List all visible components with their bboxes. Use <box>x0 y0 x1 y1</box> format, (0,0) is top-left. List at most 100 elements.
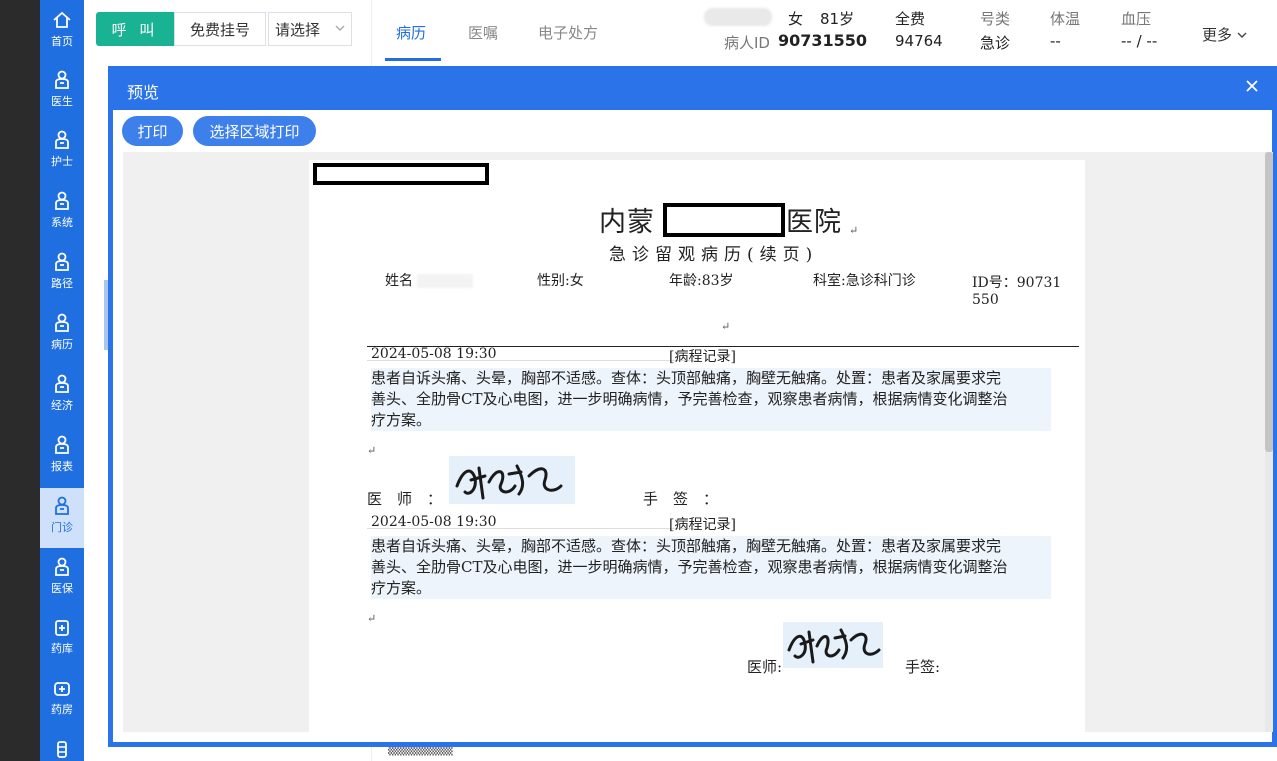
print-area-button[interactable]: 选择区域打印 <box>193 116 316 146</box>
record-line: 患者自诉头痛、头晕，胸部不适感。查体：头顶部触痛，胸壁无触痛。处置：患者及家属要… <box>371 536 1051 557</box>
nurse-icon <box>55 130 69 149</box>
temperature-label: 体温 <box>1050 10 1081 28</box>
active-tab-indicator <box>385 58 441 61</box>
sidebar-item-nurse[interactable]: 护士 <box>40 122 84 182</box>
patient-id-value: 90731550 <box>778 31 868 50</box>
fee-type: 全费 <box>895 10 926 28</box>
doctor-signature <box>449 456 575 504</box>
scrollbar-thumb[interactable] <box>1265 152 1273 452</box>
sidebar-nav: 首页医生护士系统路径病历经济报表门诊医保药库药房 <box>40 0 84 761</box>
sidebar-item-label: 路径 <box>51 277 73 290</box>
print-preview-area[interactable]: 内蒙 医院 ↵ 急诊留观病历(续页) 姓名 性别:女 年龄:83岁 科室:急诊科… <box>123 152 1273 732</box>
path-icon <box>55 252 69 271</box>
return-mark: ↵ <box>367 444 377 457</box>
patient-name-redacted <box>704 8 772 26</box>
sidebar-item-report[interactable]: 报表 <box>40 427 84 487</box>
sidebar-item-label: 医生 <box>51 95 73 108</box>
free-register-button[interactable]: 免费挂号 <box>174 12 266 46</box>
chevron-down-icon <box>1237 32 1247 38</box>
sidebar-item-path[interactable]: 路径 <box>40 244 84 304</box>
record-tag: [病程记录] <box>669 349 736 365</box>
tab-orders[interactable]: 医嘱 <box>468 22 498 43</box>
return-mark: ↵ <box>849 224 859 237</box>
record-line: 疗方案。 <box>371 410 1051 431</box>
sidebar-item-label: 报表 <box>51 460 73 473</box>
category-select[interactable]: 请选择 <box>268 12 352 46</box>
insurance-icon <box>55 557 69 576</box>
sidebar-item-pharmacy-store[interactable]: 药库 <box>40 609 84 669</box>
system-icon <box>55 191 69 210</box>
sidebar-item-bottle[interactable] <box>40 731 84 761</box>
sidebar-item-doctor[interactable]: 医生 <box>40 62 84 122</box>
patient-age: 81岁 <box>820 10 855 28</box>
outpatient-icon <box>55 496 69 515</box>
sidebar-item-outpatient[interactable]: 门诊 <box>40 488 84 548</box>
blood-pressure-label: 血压 <box>1121 10 1152 28</box>
record-body: 患者自诉头痛、头晕，胸部不适感。查体：头顶部触痛，胸壁无触痛。处置：患者及家属要… <box>371 536 1051 599</box>
record-time: 2024-05-08 19:30 <box>371 346 497 362</box>
report-icon <box>55 435 69 454</box>
return-mark: ↵ <box>367 612 377 625</box>
id-field-line2: 550 <box>972 292 999 308</box>
doctor-label: 医 师 ： <box>367 490 443 508</box>
sidebar-item-label: 经济 <box>51 399 73 412</box>
sidebar-item-system[interactable]: 系统 <box>40 183 84 243</box>
window-edge <box>0 0 40 761</box>
record-line: 善头、全肋骨CT及心电图，进一步明确病情，予完善检查，观察患者病情，根据病情变化… <box>371 557 1051 578</box>
sidebar-item-label: 首页 <box>51 35 73 48</box>
sidebar-item-economy[interactable]: 经济 <box>40 366 84 426</box>
sidebar-item-label: 药房 <box>51 703 73 716</box>
preview-dialog: 预览 打印 选择区域打印 内蒙 医院 ↵ 急诊留观病历(续页) 姓名 性别:女 … <box>108 66 1277 747</box>
doctor-label: 医师: <box>747 658 783 676</box>
sidebar-item-home[interactable]: 首页 <box>40 2 84 62</box>
name-redaction <box>417 274 473 288</box>
hospital-name-suffix: 医院 <box>786 207 842 238</box>
hospital-name-prefix: 内蒙 <box>599 207 655 238</box>
dialog-header: 预览 <box>108 66 1277 110</box>
blood-pressure-value: -- / -- <box>1121 32 1158 50</box>
record-body: 患者自诉头痛、头晕，胸部不适感。查体：头顶部触痛，胸壁无触痛。处置：患者及家属要… <box>371 368 1051 431</box>
close-icon[interactable] <box>1243 77 1261 95</box>
more-button[interactable]: 更多 <box>1202 24 1248 45</box>
record-icon <box>55 313 69 332</box>
pharmacy-icon <box>54 682 70 696</box>
dept-field: 科室:急诊科门诊 <box>813 273 916 289</box>
record-line: 善头、全肋骨CT及心电图，进一步明确病情，予完善检查，观察患者病情，根据病情变化… <box>371 389 1051 410</box>
sidebar-item-pharmacy[interactable]: 药房 <box>40 670 84 730</box>
sidebar-item-record[interactable]: 病历 <box>40 305 84 365</box>
sidebar-item-label: 系统 <box>51 216 73 229</box>
return-mark: ↵ <box>721 320 731 333</box>
gender-field: 性别:女 <box>537 273 584 289</box>
sidebar-item-label: 医保 <box>51 582 73 595</box>
age-field: 年龄:83岁 <box>669 273 734 289</box>
home-icon <box>53 11 71 28</box>
sidebar-item-insurance[interactable]: 医保 <box>40 549 84 609</box>
more-label: 更多 <box>1202 26 1233 44</box>
handsign-label: 手签: <box>905 658 941 676</box>
doctor-signature <box>783 622 883 668</box>
dialog-title: 预览 <box>127 83 160 102</box>
id-field-line1: ID号：90731 <box>972 275 1062 291</box>
reg-type-label: 号类 <box>980 10 1011 28</box>
economy-icon <box>55 374 69 393</box>
reg-type-value: 急诊 <box>980 34 1011 52</box>
name-field: 姓名 <box>385 273 413 289</box>
call-button[interactable]: 呼 叫 <box>96 12 174 46</box>
tab-e-prescription[interactable]: 电子处方 <box>538 22 598 43</box>
preview-scrollbar[interactable] <box>1265 152 1273 732</box>
bottle-icon <box>57 741 67 758</box>
pharmacy-store-icon <box>55 620 69 636</box>
redaction-box <box>313 163 489 185</box>
select-value: 请选择 <box>275 20 321 39</box>
record-time: 2024-05-08 19:30 <box>371 514 497 530</box>
record-tag: [病程记录] <box>669 517 736 533</box>
tab-medical-record[interactable]: 病历 <box>396 22 426 43</box>
hospital-name-redaction <box>663 203 785 237</box>
doctor-icon <box>55 70 69 89</box>
record-line: 疗方案。 <box>371 578 1051 599</box>
sidebar-item-label: 药库 <box>51 642 73 655</box>
patient-gender: 女 <box>788 10 804 28</box>
sidebar-item-label: 门诊 <box>51 521 73 534</box>
print-button[interactable]: 打印 <box>122 116 183 146</box>
temperature-value: -- <box>1050 32 1061 50</box>
